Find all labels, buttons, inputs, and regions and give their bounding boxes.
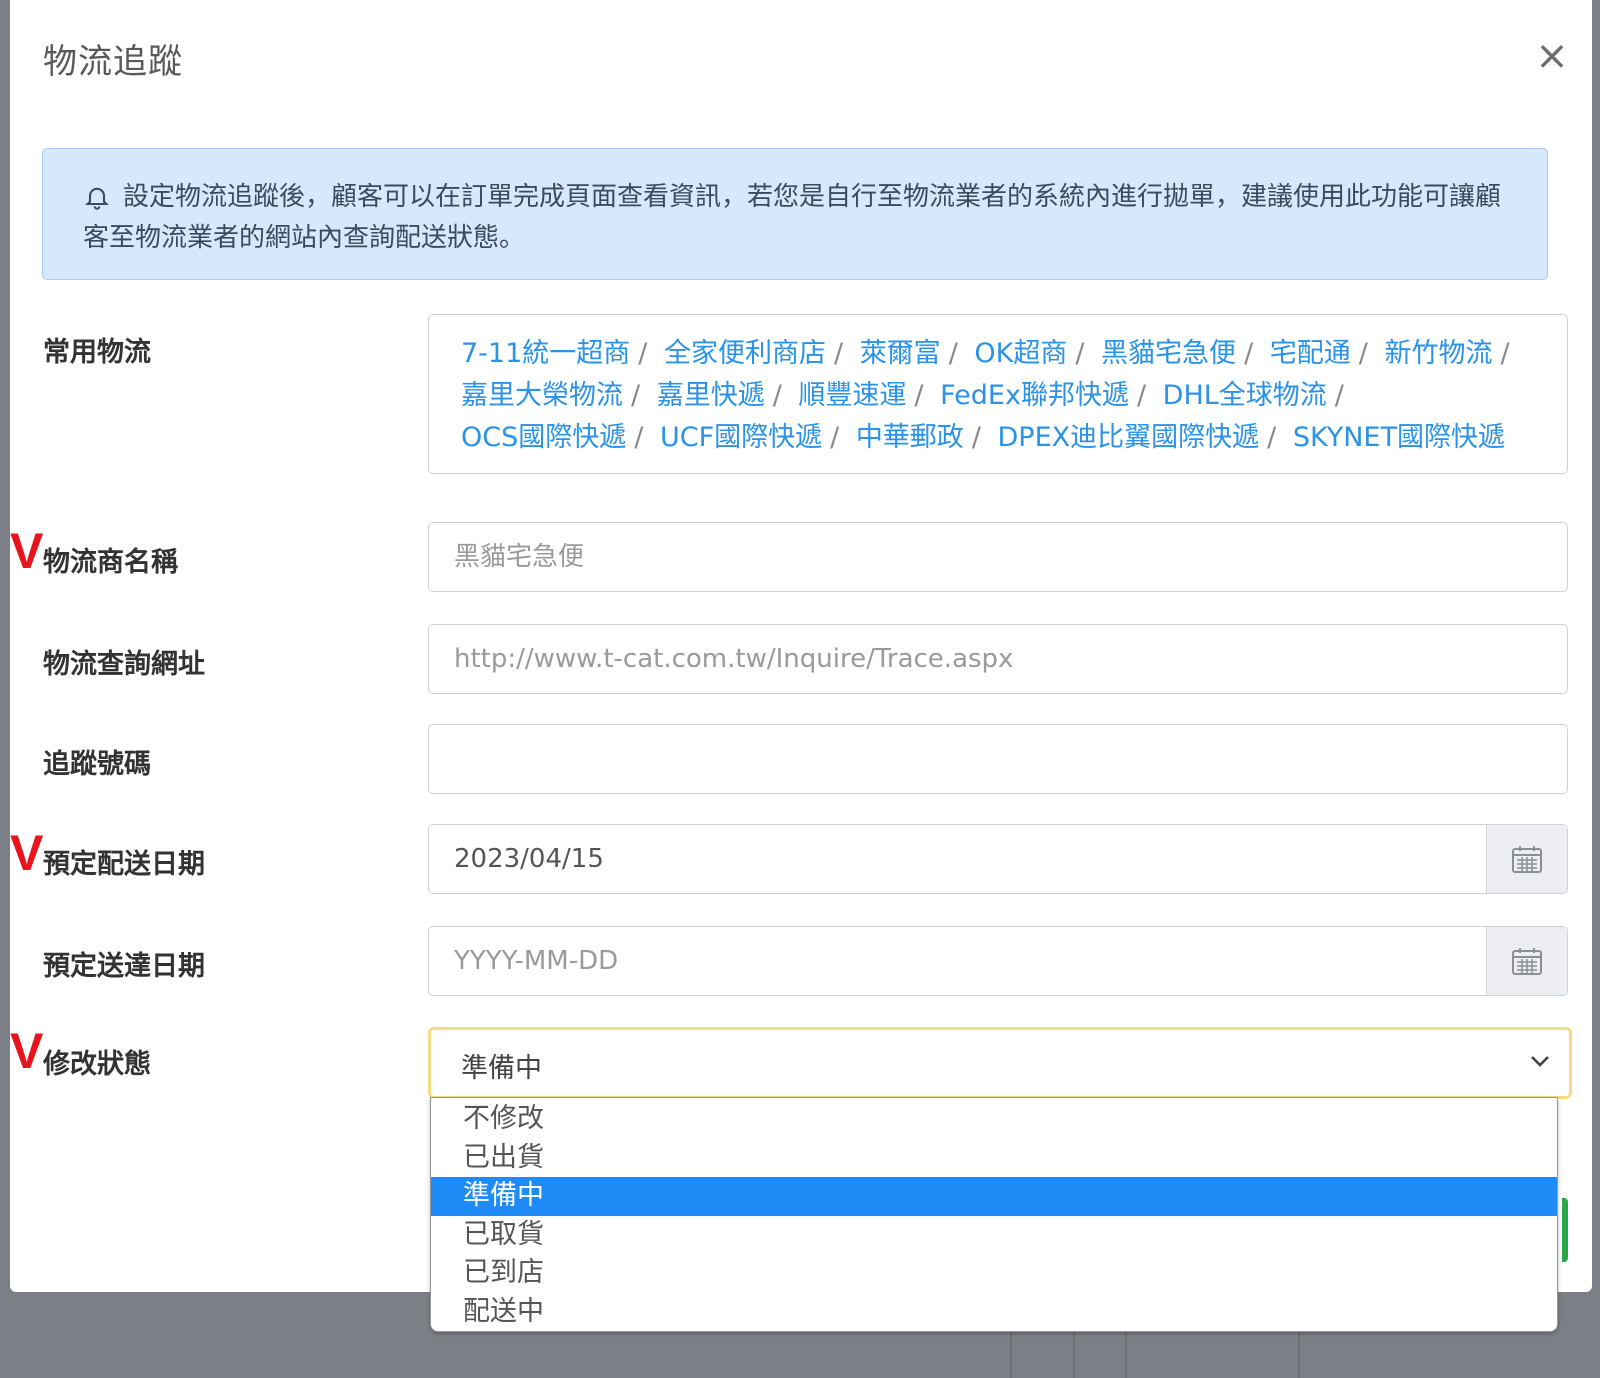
carrier-link[interactable]: 中華郵政	[856, 422, 964, 453]
carrier-separator: /	[1267, 422, 1277, 453]
carrier-link[interactable]: 黑貓宅急便	[1101, 338, 1236, 369]
arrive-date-label: 預定送達日期	[43, 951, 205, 982]
tracking-no-field	[428, 724, 1568, 794]
carrier-name-label: 物流商名稱	[43, 547, 178, 578]
required-mark: V	[10, 1023, 44, 1079]
status-selected-value: 準備中	[461, 1053, 542, 1084]
calendar-icon	[1512, 948, 1542, 975]
carrier-link[interactable]: 宅配通	[1270, 338, 1351, 369]
carrier-link[interactable]: DHL全球物流	[1163, 380, 1327, 411]
carrier-separator: /	[1136, 380, 1147, 411]
carrier-link[interactable]: DPEX迪比翼國際快遞	[998, 422, 1260, 453]
carrier-link[interactable]: OK超商	[974, 338, 1067, 369]
carrier-separator: /	[772, 380, 782, 411]
status-option[interactable]: 已到店	[431, 1254, 1557, 1293]
carrier-separator: /	[1075, 338, 1085, 369]
carrier-separator: /	[833, 338, 844, 369]
ship-date-label: 預定配送日期	[43, 849, 205, 880]
carrier-link[interactable]: 全家便利商店	[664, 338, 826, 369]
tracking-url-field	[428, 624, 1568, 694]
carrier-separator: /	[971, 422, 981, 453]
tracking-no-label: 追蹤號碼	[43, 749, 151, 780]
required-mark: V	[10, 825, 44, 881]
required-mark: V	[10, 523, 44, 579]
status-select[interactable]: 準備中	[428, 1027, 1572, 1099]
status-option[interactable]: 配送中	[431, 1293, 1557, 1332]
carrier-name-field	[428, 522, 1568, 592]
status-label: 修改狀態	[43, 1049, 151, 1080]
chevron-down-icon	[1531, 1056, 1549, 1067]
carrier-link[interactable]: 7-11統一超商	[461, 338, 630, 369]
carrier-link[interactable]: FedEx聯邦快遞	[940, 380, 1129, 411]
ship-date-field	[428, 824, 1568, 894]
carrier-separator: /	[1358, 338, 1368, 369]
tracking-url-label: 物流查詢網址	[43, 649, 205, 680]
carrier-separator: /	[914, 380, 924, 411]
close-button[interactable]: ×	[1530, 33, 1574, 79]
carrier-link[interactable]: 嘉里快遞	[657, 380, 765, 411]
ship-date-picker-button[interactable]	[1486, 825, 1567, 893]
tracking-no-input[interactable]	[429, 725, 1567, 793]
carrier-separator: /	[634, 422, 644, 453]
carrier-link[interactable]: 萊爾富	[860, 338, 941, 369]
status-option[interactable]: 已取貨	[431, 1216, 1557, 1255]
arrive-date-field	[428, 926, 1568, 996]
arrive-date-picker-button[interactable]	[1486, 927, 1567, 995]
common-carriers-label: 常用物流	[43, 337, 151, 368]
status-option[interactable]: 不修改	[431, 1100, 1557, 1139]
carrier-link[interactable]: 順豐速運	[798, 380, 906, 411]
carrier-separator: /	[631, 380, 641, 411]
calendar-icon	[1512, 846, 1542, 873]
status-option[interactable]: 準備中	[431, 1177, 1557, 1216]
arrive-date-input[interactable]	[429, 927, 1487, 995]
carrier-separator: /	[1334, 380, 1344, 411]
common-carriers-list: 7-11統一超商 / 全家便利商店 / 萊爾富 / OK超商 / 黑貓宅急便 / 宅配通 /…	[428, 314, 1568, 474]
info-alert: 設定物流追蹤後，顧客可以在訂單完成頁面查看資訊，若您是自行至物流業者的系統內進行…	[42, 148, 1548, 280]
carrier-separator: /	[948, 338, 958, 369]
bell-icon	[83, 183, 111, 211]
carrier-link[interactable]: SKYNET國際快遞	[1293, 422, 1505, 453]
status-options-dropdown: 不修改 已出貨 準備中 已取貨 已到店 配送中	[430, 1097, 1558, 1332]
carrier-link[interactable]: UCF國際快遞	[660, 422, 822, 453]
carrier-separator: /	[1244, 338, 1254, 369]
carrier-link[interactable]: 新竹物流	[1384, 338, 1492, 369]
status-option[interactable]: 已出貨	[431, 1139, 1557, 1178]
carrier-name-input[interactable]	[429, 523, 1567, 591]
carrier-separator: /	[638, 338, 648, 369]
tracking-url-input[interactable]	[429, 625, 1567, 693]
modal-title: 物流追蹤	[43, 42, 183, 82]
carrier-link[interactable]: OCS國際快遞	[461, 422, 626, 453]
carrier-separator: /	[830, 422, 840, 453]
carrier-separator: /	[1500, 338, 1510, 369]
ship-date-input[interactable]	[429, 825, 1487, 893]
carrier-link[interactable]: 嘉里大榮物流	[461, 380, 623, 411]
close-icon: ×	[1535, 33, 1569, 79]
alert-text: 設定物流追蹤後，顧客可以在訂單完成頁面查看資訊，若您是自行至物流業者的系統內進行…	[83, 182, 1502, 253]
confirm-button-edge[interactable]	[1562, 1198, 1568, 1262]
